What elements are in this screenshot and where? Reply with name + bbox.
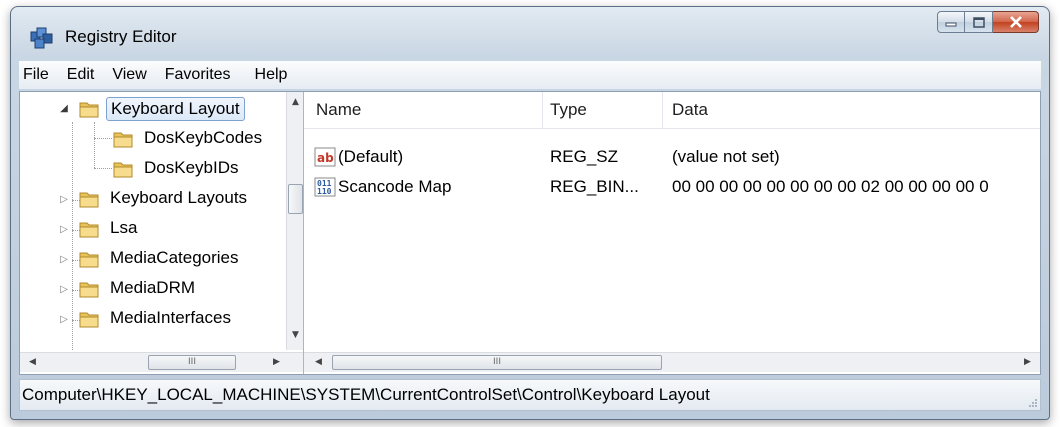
tree-horizontal-scroll-thumb[interactable]: III — [148, 355, 236, 370]
status-key-path: Computer\HKEY_LOCAL_MACHINE\SYSTEM\Curre… — [22, 385, 710, 404]
maximize-button[interactable] — [965, 11, 993, 33]
tree-vertical-scrollbar[interactable]: ▲ ▼ — [286, 92, 303, 350]
list-horizontal-scroll-thumb[interactable]: III — [332, 355, 662, 370]
tree-vertical-scroll-thumb[interactable] — [288, 184, 303, 214]
tree-item-label: Lsa — [110, 218, 138, 237]
expand-arrow-icon[interactable]: ▷ — [58, 314, 70, 325]
expand-arrow-icon[interactable]: ▷ — [58, 194, 70, 205]
tree-item-label: Keyboard Layout — [106, 97, 245, 121]
registry-editor-icon[interactable] — [29, 24, 55, 50]
binary-value-icon: 011 110 — [314, 177, 336, 197]
title-bar[interactable]: Registry Editor — [11, 7, 1049, 57]
window-title: Registry Editor — [65, 27, 177, 46]
folder-icon — [79, 282, 99, 298]
client-area: ◢ Keyboard Layout DosKeybCodes DosKeybID… — [19, 91, 1041, 375]
scroll-left-arrow-icon[interactable]: ◀ — [310, 354, 327, 371]
collapse-arrow-icon[interactable]: ◢ — [58, 103, 70, 114]
status-bar: Computer\HKEY_LOCAL_MACHINE\SYSTEM\Curre… — [19, 379, 1041, 411]
value-name: Scancode Map — [338, 177, 452, 196]
svg-text:ab: ab — [317, 151, 334, 165]
key-tree: ◢ Keyboard Layout DosKeybCodes DosKeybID… — [20, 92, 284, 350]
value-data: 00 00 00 00 00 00 00 00 02 00 00 00 00 0 — [672, 177, 989, 196]
tree-item-label: Keyboard Layouts — [110, 188, 248, 207]
tree-item-doskeybids[interactable]: DosKeybIDs — [20, 154, 284, 184]
tree-item-keyboard-layout[interactable]: ◢ Keyboard Layout — [20, 94, 284, 124]
scroll-up-arrow-icon[interactable]: ▲ — [287, 94, 304, 111]
column-divider[interactable] — [542, 92, 543, 128]
value-row-default[interactable]: ab (Default) REG_SZ (value not set) — [304, 144, 1040, 172]
expand-arrow-icon[interactable]: ▷ — [58, 224, 70, 235]
resize-grip-icon[interactable] — [1028, 398, 1038, 408]
scroll-right-arrow-icon[interactable]: ▶ — [1019, 354, 1036, 371]
string-value-icon: ab — [314, 147, 336, 167]
folder-icon — [113, 162, 133, 178]
minimize-icon — [945, 22, 957, 27]
tree-item-label: DosKeybIDs — [144, 158, 239, 177]
menu-bar: File Edit View Favorites Help — [19, 61, 1041, 89]
value-row-scancode-map[interactable]: 011 110 Scancode Map REG_BIN... 00 00 00… — [304, 174, 1040, 202]
column-divider[interactable] — [662, 92, 663, 128]
column-header-type[interactable]: Type — [550, 100, 587, 120]
registry-editor-window: Registry Editor File Edit View Favorites… — [10, 6, 1050, 420]
folder-open-icon — [79, 102, 99, 118]
tree-item-label: DosKeybCodes — [144, 128, 263, 147]
key-tree-pane: ◢ Keyboard Layout DosKeybCodes DosKeybID… — [20, 92, 304, 374]
scroll-right-arrow-icon[interactable]: ▶ — [268, 354, 285, 371]
value-data: (value not set) — [672, 147, 780, 166]
folder-icon — [79, 222, 99, 238]
maximize-icon — [972, 16, 985, 28]
tree-horizontal-scrollbar[interactable]: ◀ III ▶ — [20, 352, 303, 372]
menu-help[interactable]: Help — [246, 66, 297, 84]
tree-item-keyboard-layouts[interactable]: ▷ Keyboard Layouts — [20, 184, 284, 214]
tree-item-mediainterfaces[interactable]: ▷ MediaInterfaces — [20, 304, 284, 334]
value-type: REG_BIN... — [550, 177, 639, 196]
value-type: REG_SZ — [550, 147, 619, 166]
folder-icon — [79, 312, 99, 328]
tree-item-mediadrm[interactable]: ▷ MediaDRM — [20, 274, 284, 304]
value-name: (Default) — [338, 147, 404, 166]
folder-icon — [79, 192, 99, 208]
expand-arrow-icon[interactable]: ▷ — [58, 254, 70, 265]
tree-item-mediacategories[interactable]: ▷ MediaCategories — [20, 244, 284, 274]
column-header-data[interactable]: Data — [672, 100, 708, 120]
values-list-pane: Name Type Data ab (Default) REG_SZ (valu… — [304, 92, 1040, 374]
column-header-name[interactable]: Name — [316, 100, 361, 120]
tree-item-label: MediaInterfaces — [110, 308, 231, 327]
tree-item-doskeybcodes[interactable]: DosKeybCodes — [20, 124, 284, 154]
menu-file[interactable]: File — [19, 66, 58, 84]
list-header: Name Type Data — [304, 92, 1040, 129]
close-icon — [1009, 16, 1022, 28]
scroll-down-arrow-icon[interactable]: ▼ — [287, 327, 304, 344]
menu-edit[interactable]: Edit — [58, 66, 104, 84]
scroll-left-arrow-icon[interactable]: ◀ — [24, 354, 41, 371]
minimize-button[interactable] — [937, 11, 965, 33]
list-horizontal-scrollbar[interactable]: ◀ III ▶ — [304, 352, 1040, 372]
svg-text:110: 110 — [317, 187, 332, 196]
folder-icon — [113, 132, 133, 148]
window-controls — [937, 11, 1039, 35]
close-button[interactable] — [993, 11, 1039, 33]
menu-view[interactable]: View — [103, 66, 155, 84]
tree-item-label: MediaCategories — [110, 248, 239, 267]
tree-item-label: MediaDRM — [110, 278, 196, 297]
menu-favorites[interactable]: Favorites — [156, 66, 240, 84]
expand-arrow-icon[interactable]: ▷ — [58, 284, 70, 295]
tree-item-lsa[interactable]: ▷ Lsa — [20, 214, 284, 244]
folder-icon — [79, 252, 99, 268]
